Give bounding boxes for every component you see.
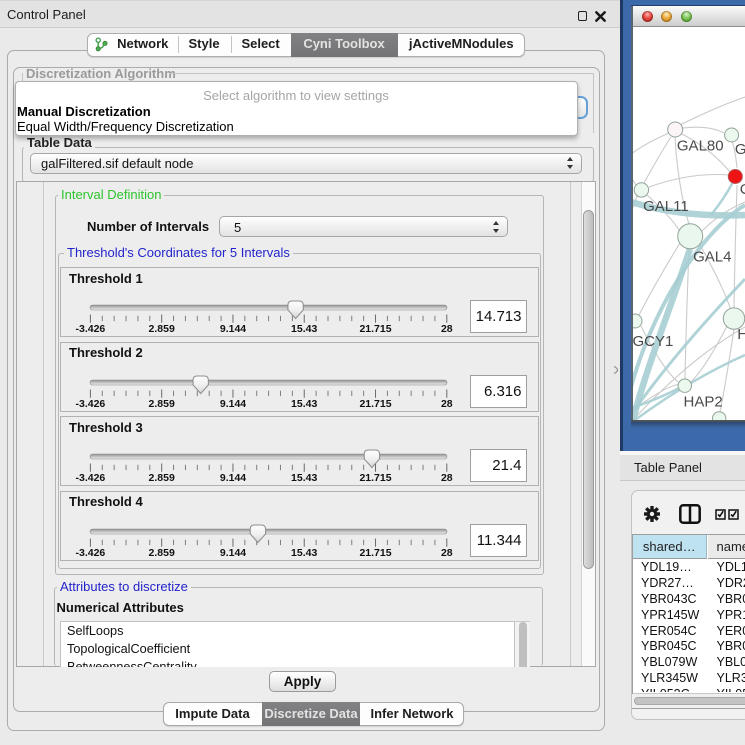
svg-text:28: 28 bbox=[441, 547, 453, 559]
svg-text:2.859: 2.859 bbox=[149, 472, 175, 484]
svg-text:9.144: 9.144 bbox=[220, 547, 246, 559]
svg-text:9.144: 9.144 bbox=[220, 472, 246, 484]
svg-text:21.715: 21.715 bbox=[359, 397, 391, 409]
svg-text:21.715: 21.715 bbox=[359, 547, 391, 559]
svg-text:GCY1: GCY1 bbox=[633, 333, 674, 350]
svg-text:15.43: 15.43 bbox=[291, 323, 317, 335]
svg-text:GAL11: GAL11 bbox=[643, 198, 689, 215]
svg-text:15.43: 15.43 bbox=[291, 472, 317, 484]
svg-text:28: 28 bbox=[441, 397, 453, 409]
svg-text:9.144: 9.144 bbox=[220, 397, 246, 409]
svg-text:-3.426: -3.426 bbox=[76, 397, 106, 409]
svg-text:28: 28 bbox=[441, 323, 453, 335]
svg-text:HO: HO bbox=[737, 326, 745, 343]
svg-text:9.144: 9.144 bbox=[220, 323, 246, 335]
svg-text:21.715: 21.715 bbox=[359, 472, 391, 484]
svg-text:15.43: 15.43 bbox=[291, 397, 317, 409]
svg-text:2.859: 2.859 bbox=[149, 547, 175, 559]
svg-text:-3.426: -3.426 bbox=[76, 323, 106, 335]
svg-text:CRP1: CRP1 bbox=[740, 181, 745, 198]
svg-text:2.859: 2.859 bbox=[149, 323, 175, 335]
svg-text:GAL4: GAL4 bbox=[693, 249, 731, 266]
svg-text:-3.426: -3.426 bbox=[76, 472, 106, 484]
svg-text:GAL80: GAL80 bbox=[677, 138, 724, 155]
svg-text:2.859: 2.859 bbox=[149, 397, 175, 409]
svg-text:21.715: 21.715 bbox=[359, 323, 391, 335]
svg-text:GAL3: GAL3 bbox=[735, 141, 745, 158]
svg-text:-3.426: -3.426 bbox=[76, 547, 106, 559]
svg-text:15.43: 15.43 bbox=[291, 547, 317, 559]
svg-text:HAP2: HAP2 bbox=[684, 393, 723, 410]
svg-text:28: 28 bbox=[441, 472, 453, 484]
